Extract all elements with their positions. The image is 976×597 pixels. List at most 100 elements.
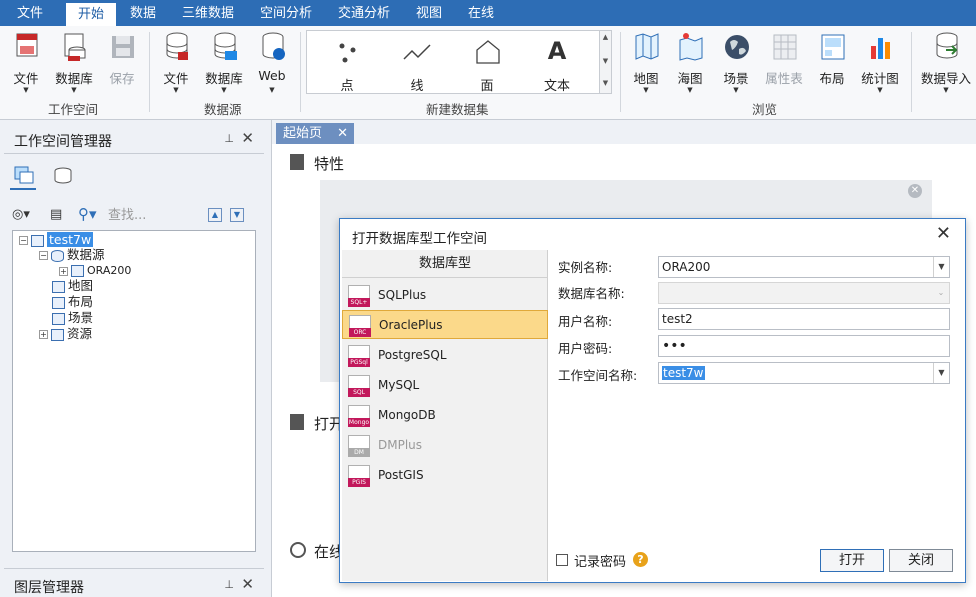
expand-icon[interactable]: + xyxy=(59,266,68,276)
line-icon xyxy=(403,44,431,60)
scroll-down-icon[interactable]: ▼ xyxy=(600,57,611,65)
db-type-label: OraclePlus xyxy=(379,318,443,332)
close-icon[interactable]: ✕ xyxy=(936,223,951,244)
user-name-input[interactable]: test2 xyxy=(658,308,950,330)
instance-name-combobox[interactable]: ORA200 ▼ xyxy=(658,256,950,278)
datasource-database-button[interactable]: 数据库 ▼ xyxy=(200,32,248,94)
menu-data[interactable]: 数据 xyxy=(130,0,156,26)
tree-node-ora200[interactable]: + ORA200 xyxy=(59,263,131,279)
datasource-file-button[interactable]: 文件 ▼ xyxy=(152,32,200,94)
browse-layout-button[interactable]: 布局 xyxy=(808,32,856,94)
close-icon[interactable]: ✕ xyxy=(337,123,348,144)
workspace-save-button[interactable]: 保存 xyxy=(98,32,146,94)
cloud-database-tab-icon[interactable] xyxy=(52,166,74,184)
menu-3d-data[interactable]: 三维数据 xyxy=(182,0,234,26)
attribute-table-icon xyxy=(773,34,797,60)
properties-title: 特性 xyxy=(314,155,345,173)
bar-chart-icon xyxy=(871,38,890,59)
maps-label: 地图 xyxy=(68,278,94,293)
password-input[interactable]: ••• xyxy=(658,335,950,357)
chevron-down-icon[interactable]: ▼ xyxy=(933,363,949,383)
db-tag: Mongo xyxy=(348,418,370,427)
open-file-icon[interactable]: ▤ xyxy=(50,207,62,222)
close-circle-icon[interactable]: ✕ xyxy=(908,184,922,198)
menu-online[interactable]: 在线 xyxy=(468,0,494,26)
menu-spatial-analysis[interactable]: 空间分析 xyxy=(260,0,312,26)
tree-node-layouts[interactable]: 布局 xyxy=(49,294,93,310)
tree-node-scenes[interactable]: 场景 xyxy=(49,310,93,326)
menu-traffic-analysis[interactable]: 交通分析 xyxy=(338,0,390,26)
gallery-scroll[interactable]: ▲ ▼ ▼ xyxy=(599,31,611,93)
pin-icon[interactable]: ⊥ xyxy=(224,132,234,145)
db-type-postgis[interactable]: PGIS PostGIS xyxy=(342,461,548,490)
new-region-dataset[interactable]: 面 xyxy=(457,31,517,94)
new-line-dataset[interactable]: 线 xyxy=(387,31,447,94)
data-import-button[interactable]: 数据导入 ▼ xyxy=(921,32,971,94)
db-type-mongodb[interactable]: Mongo MongoDB xyxy=(342,401,548,430)
group-separator xyxy=(911,32,912,112)
db-type-mysql[interactable]: SQL MySQL xyxy=(342,371,548,400)
tree-node-datasources[interactable]: − 数据源 xyxy=(39,247,105,263)
browse-scene-button[interactable]: 场景 ▼ xyxy=(712,32,760,94)
remember-password-checkbox[interactable] xyxy=(556,554,568,566)
active-tab-indicator xyxy=(10,188,36,190)
workspace-name-combobox[interactable]: test7w ▼ xyxy=(658,362,950,384)
menu-view[interactable]: 视图 xyxy=(416,0,442,26)
datasources-label: 数据源 xyxy=(67,247,105,262)
db-type-label: PostgreSQL xyxy=(378,348,447,362)
chevron-down-icon[interactable]: ▼ xyxy=(933,257,949,277)
scroll-up-icon[interactable]: ▲ xyxy=(600,33,611,41)
search-icon[interactable]: ⚲▾ xyxy=(78,205,97,223)
new-dataset-gallery: 点 线 面 A 文本 ▲ ▼ ▼ xyxy=(306,30,612,94)
view-icon[interactable]: ◎▾ xyxy=(12,207,30,222)
tree-node-maps[interactable]: 地图 xyxy=(49,278,93,294)
database-type-header: 数据库型 xyxy=(342,250,548,278)
db-tag: PGSql xyxy=(348,358,370,367)
chevron-down-icon: ⌄ xyxy=(937,288,945,297)
text-label: 文本 xyxy=(543,79,570,94)
db-type-label: MongoDB xyxy=(378,408,436,422)
open-button[interactable]: 打开 xyxy=(820,549,884,572)
database-name-label: 数据库名称: xyxy=(558,286,625,301)
browse-statistic-chart-button[interactable]: 统计图 ▼ xyxy=(856,32,904,94)
chevron-down-icon: ▼ xyxy=(733,86,739,94)
gallery-expand-icon[interactable]: ▼ xyxy=(600,79,611,87)
db-type-label: MySQL xyxy=(378,378,420,392)
search-input[interactable]: 查找... xyxy=(108,205,198,227)
close-button[interactable]: 关闭 xyxy=(889,549,953,572)
datasource-icon xyxy=(51,249,64,262)
db-type-oracleplus[interactable]: ORC OraclePlus xyxy=(342,310,548,339)
db-type-sqlplus[interactable]: SQL+ SQLPlus xyxy=(342,281,548,310)
menu-bar: 文件 开始 数据 三维数据 空间分析 交通分析 视图 在线 xyxy=(0,0,976,26)
tab-start-page[interactable]: 起始页 ✕ xyxy=(276,123,354,144)
search-down-icon[interactable]: ▼ xyxy=(230,208,244,222)
datasource-web-button[interactable]: Web ▼ xyxy=(248,32,296,94)
menu-home[interactable]: 开始 xyxy=(66,3,117,26)
remember-password-label[interactable]: 记录密码 xyxy=(574,551,626,570)
collapse-icon[interactable]: − xyxy=(39,251,48,260)
point-icon xyxy=(339,43,356,63)
db-type-postgresql[interactable]: PGSql PostgreSQL xyxy=(342,341,548,370)
workspace-file-button[interactable]: 文件 ▼ xyxy=(2,32,50,94)
search-up-icon[interactable]: ▲ xyxy=(208,208,222,222)
pin-icon[interactable]: ⊥ xyxy=(224,578,234,591)
collapse-icon[interactable]: − xyxy=(19,236,28,245)
mongodb-icon: Mongo xyxy=(348,405,370,427)
tree-node-resources[interactable]: + 资源 xyxy=(39,326,92,342)
postgresql-icon: PGSql xyxy=(348,345,370,367)
expand-icon[interactable]: + xyxy=(39,330,48,339)
browse-attribute-table-button[interactable]: 属性表 xyxy=(760,32,808,94)
help-icon[interactable]: ? xyxy=(633,552,648,567)
workspace-tab-icon[interactable] xyxy=(14,166,34,184)
close-icon[interactable]: ✕ xyxy=(241,129,254,147)
new-text-dataset[interactable]: A 文本 xyxy=(527,31,587,94)
tree-node-workspace[interactable]: − test7w xyxy=(19,232,94,248)
chart-map-icon xyxy=(679,33,703,61)
new-point-dataset[interactable]: 点 xyxy=(317,31,377,94)
instance-name-value: ORA200 xyxy=(662,260,711,274)
close-icon[interactable]: ✕ xyxy=(241,575,254,593)
menu-file[interactable]: 文件 xyxy=(17,0,43,26)
point-label: 点 xyxy=(340,79,354,94)
workspace-database-button[interactable]: 数据库 ▼ xyxy=(50,32,98,94)
db-type-label: PostGIS xyxy=(378,468,424,482)
